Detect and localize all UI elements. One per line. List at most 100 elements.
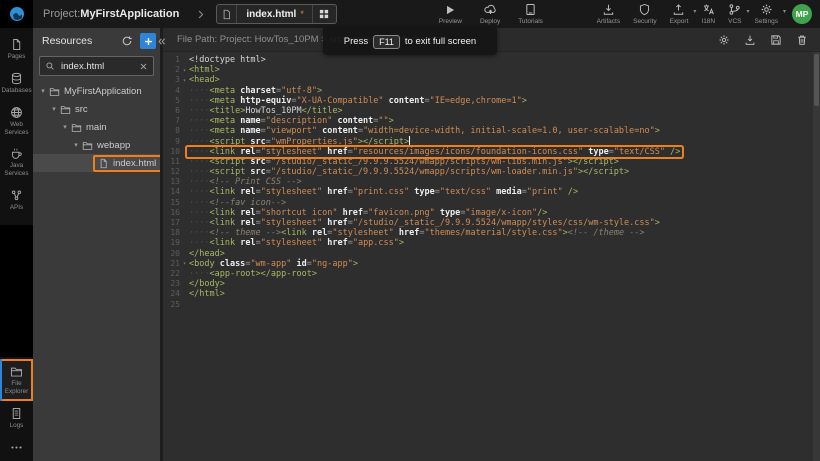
tree-node-webapp[interactable]: ▾webapp: [33, 136, 160, 154]
tree-caret-icon[interactable]: ▾: [50, 105, 58, 113]
add-resource-button[interactable]: [140, 33, 156, 49]
topbar-action-settings[interactable]: Settings▾: [755, 3, 779, 25]
sidebar-item-java-services[interactable]: Java Services: [0, 141, 33, 183]
code-line-22[interactable]: 22····<app-root></app-root>: [163, 269, 820, 279]
sidebar-item-databases[interactable]: Databases: [0, 66, 33, 100]
collapse-panel-icon[interactable]: [156, 36, 167, 47]
line-number: 6: [163, 106, 180, 116]
code-line-23[interactable]: 23</body>: [163, 279, 820, 289]
code-line-24[interactable]: 24</html>: [163, 289, 820, 299]
sidebar-item-logs[interactable]: Logs: [0, 401, 33, 435]
app-logo[interactable]: [0, 0, 33, 28]
line-number: 23: [163, 279, 180, 289]
code-line-12[interactable]: 12····<script src="/studio/_static_/9.9.…: [163, 167, 820, 177]
tree-node-main[interactable]: ▾main: [33, 118, 160, 136]
code-line-7[interactable]: 7····<meta name="description" content=""…: [163, 116, 820, 126]
line-number: 20: [163, 249, 180, 259]
tree-node-index-html[interactable]: index.html: [33, 154, 160, 172]
resources-search[interactable]: [39, 56, 154, 76]
topbar-action-i18n[interactable]: I18N: [701, 3, 715, 25]
code-line-5[interactable]: 5····<meta http-equiv="X-UA-Compatible" …: [163, 96, 820, 106]
topbar-action-export[interactable]: Export▾: [670, 3, 689, 25]
editor-scrollbar[interactable]: [813, 52, 820, 461]
code-text: ····<meta charset="utf-8">: [189, 86, 322, 96]
code-line-6[interactable]: 6····<title>HowTos_10PM</title>: [163, 106, 820, 116]
topbar-action-artifacts[interactable]: Artifacts: [597, 3, 620, 25]
code-line-13[interactable]: 13····<!-- Print CSS -->: [163, 177, 820, 187]
topbar-action-label: Settings: [755, 18, 779, 25]
tree-node-myfirstapplication[interactable]: ▾MyFirstApplication: [33, 82, 160, 100]
sidebar-item-more[interactable]: [0, 435, 33, 459]
token-str: "/studio/_static_/9.9.9.5524/wmapp/scrip…: [271, 167, 578, 177]
code-line-11[interactable]: 11····<script src="/studio/_static_/9.9.…: [163, 157, 820, 167]
gear-icon[interactable]: [718, 34, 730, 46]
fold-spacer: [180, 60, 189, 61]
token-str: "width=device-width, initial-scale=1.0, …: [363, 126, 655, 136]
tree-caret-icon[interactable]: ▾: [39, 87, 47, 95]
tree-caret-icon[interactable]: ▾: [61, 123, 69, 131]
open-file-tab[interactable]: index.html *: [216, 4, 337, 24]
scrollbar-thumb[interactable]: [814, 54, 819, 106]
code-line-20[interactable]: 20</head>: [163, 249, 820, 259]
refresh-icon[interactable]: [121, 35, 133, 47]
clear-search-icon[interactable]: [139, 62, 148, 71]
code-line-4[interactable]: 4····<meta charset="utf-8">: [163, 86, 820, 96]
code-line-10[interactable]: 10····<link rel="stylesheet" href="resou…: [163, 147, 820, 157]
download-icon[interactable]: [744, 34, 756, 46]
code-line-8[interactable]: 8····<meta name="viewport" content="widt…: [163, 126, 820, 136]
token-str: "/studio/_static_/9.9.9.5524/wmapp/style…: [353, 218, 655, 228]
fold-caret-icon[interactable]: ▾: [180, 258, 189, 269]
translate-icon: [702, 3, 715, 16]
code-lines[interactable]: 1<!doctype html>2▾<html>3▾<head>4····<me…: [163, 52, 820, 461]
sidebar-item-label: File Explorer: [2, 380, 32, 396]
folder-icon: [49, 86, 60, 97]
unsaved-changes-marker: *: [300, 9, 304, 19]
cloud-upload-icon: [484, 3, 497, 16]
chevron-right-icon[interactable]: [195, 9, 206, 20]
file-path-label: File Path:: [177, 34, 217, 45]
topbar-action-vcs[interactable]: VCS▾: [728, 3, 741, 25]
topbar-action-preview[interactable]: Preview: [439, 4, 462, 25]
code-line-19[interactable]: 19····<link rel="stylesheet" href="app.c…: [163, 238, 820, 248]
indent-dots: ····: [189, 116, 209, 126]
code-line-17[interactable]: 17····<link rel="stylesheet" href="/stud…: [163, 218, 820, 228]
code-line-3[interactable]: 3▾<head>: [163, 75, 820, 85]
sidebar-item-pages[interactable]: Pages: [0, 32, 33, 66]
code-text: ····<meta http-equiv="X-UA-Compatible" c…: [189, 96, 527, 106]
text-cursor: [409, 136, 410, 145]
code-line-14[interactable]: 14····<link rel="stylesheet" href="print…: [163, 187, 820, 197]
code-line-25[interactable]: 25: [163, 300, 820, 310]
code-text: <!doctype html>: [189, 55, 266, 65]
token-attr: href: [322, 147, 348, 157]
code-line-1[interactable]: 1<!doctype html>: [163, 55, 820, 65]
api-icon: [10, 189, 23, 202]
tree-caret-icon[interactable]: ▾: [72, 141, 80, 149]
search-input[interactable]: [59, 60, 135, 73]
code-line-21[interactable]: 21▾<body class="wm-app" id="ng-app">: [163, 259, 820, 269]
code-line-2[interactable]: 2▾<html>: [163, 65, 820, 75]
topbar-action-security[interactable]: Security: [633, 3, 656, 25]
line-number: 2: [163, 65, 180, 75]
fold-caret-icon[interactable]: ▾: [180, 75, 189, 86]
sidebar-item-apis[interactable]: APIs: [0, 183, 33, 217]
token-comment: <!--fav icon-->: [209, 198, 286, 208]
token-attr: content: [317, 126, 358, 136]
grid-view-icon[interactable]: [312, 5, 336, 23]
topbar-action-tutorials[interactable]: Tutorials: [518, 3, 543, 25]
fold-spacer: [180, 90, 189, 91]
indent-dots: ····: [189, 157, 209, 167]
topbar-action-deploy[interactable]: Deploy: [480, 3, 500, 25]
code-line-18[interactable]: 18····<!-- theme --><link rel="styleshee…: [163, 228, 820, 238]
token-attr: href: [337, 208, 363, 218]
code-line-15[interactable]: 15····<!--fav icon-->: [163, 198, 820, 208]
code-line-16[interactable]: 16····<link rel="shortcut icon" href="fa…: [163, 208, 820, 218]
code-line-9[interactable]: 9····<script src="wmProperties.js"></scr…: [163, 137, 820, 147]
tree-node-src[interactable]: ▾src: [33, 100, 160, 118]
save-icon[interactable]: [770, 34, 782, 46]
token-attr: rel: [235, 238, 255, 248]
token-tag: <html>: [189, 65, 220, 75]
user-avatar[interactable]: MP: [792, 4, 812, 24]
trash-icon[interactable]: [796, 34, 808, 46]
sidebar-item-file-explorer[interactable]: File Explorer: [0, 359, 33, 401]
sidebar-item-web-services[interactable]: Web Services: [0, 100, 33, 142]
